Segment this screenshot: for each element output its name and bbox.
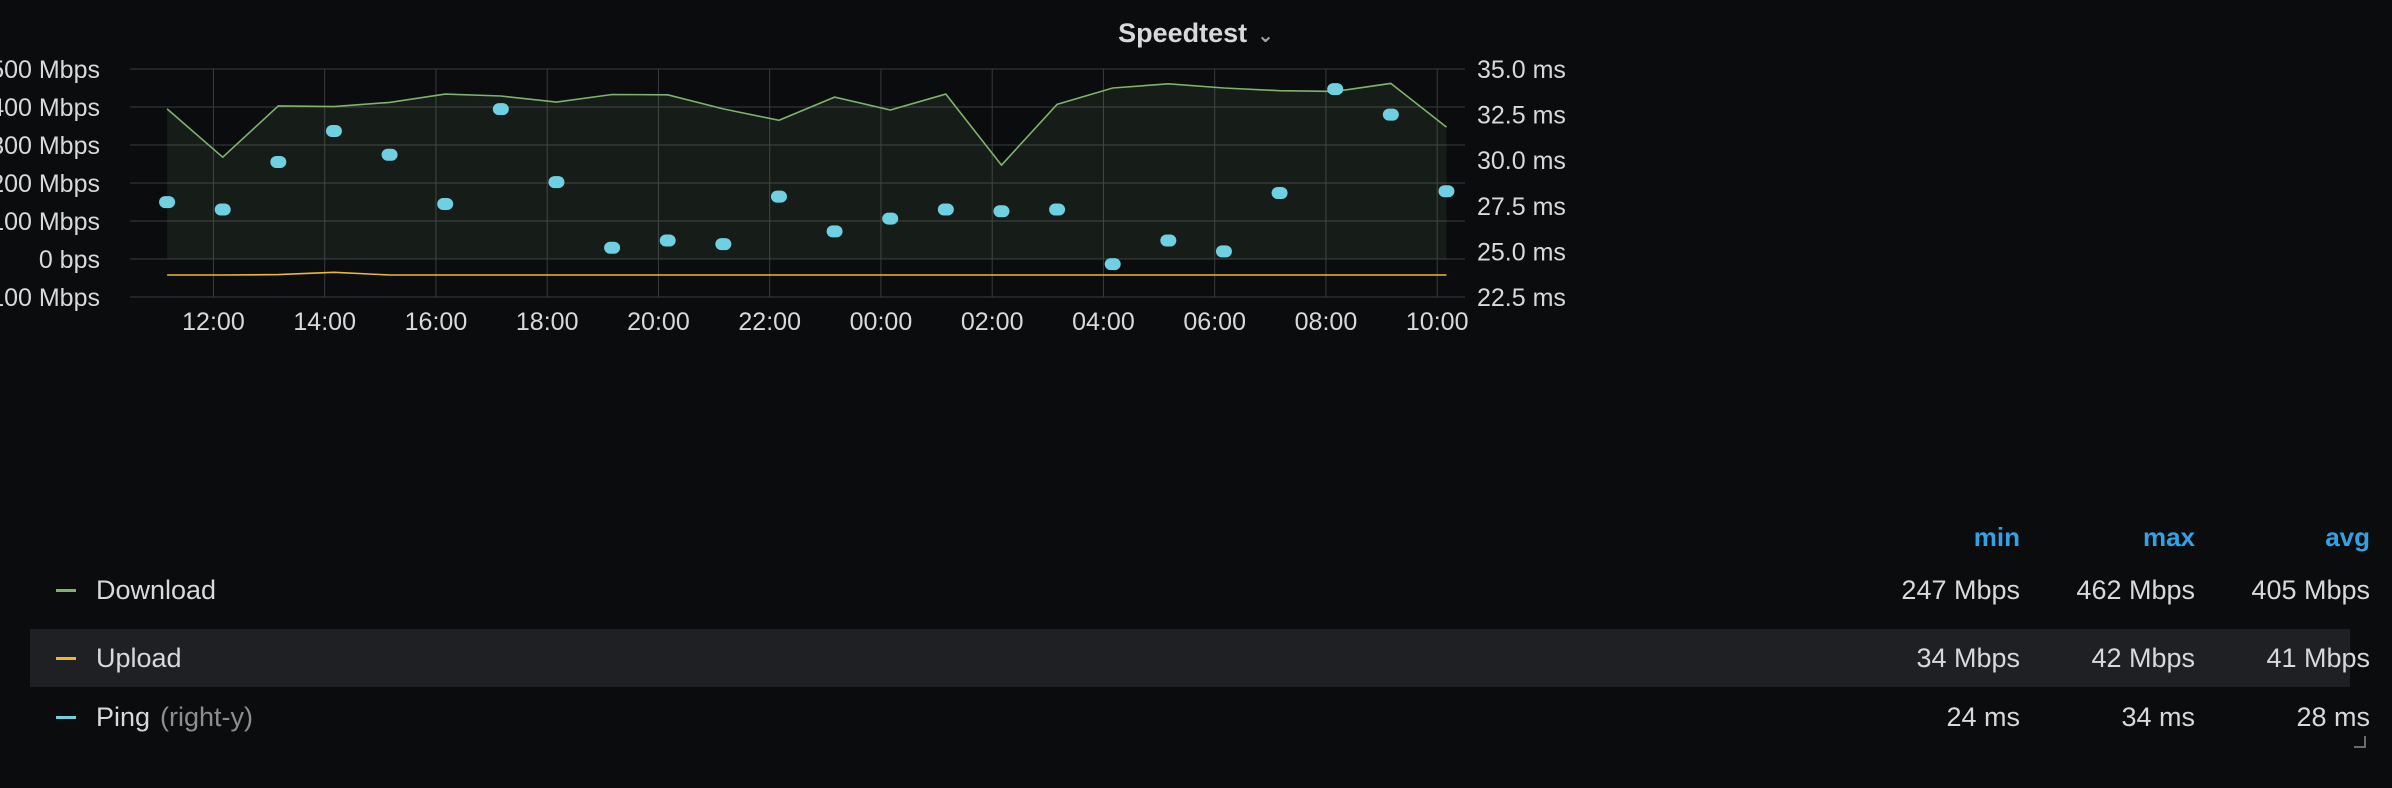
y-left-tick-label: 300 Mbps — [0, 132, 100, 160]
legend-max: 42 Mbps — [2091, 642, 2195, 673]
legend-row-download[interactable]: Download 247 Mbps 462 Mbps 405 Mbps — [30, 561, 2370, 619]
legend-max: 34 ms — [2121, 701, 2195, 732]
legend-row-upload[interactable]: Upload 34 Mbps 42 Mbps 41 Mbps — [30, 629, 2370, 687]
speedtest-chart: 500 Mbps 400 Mbps 300 Mbps 200 Mbps 100 Mbps… — [0, 56, 1566, 336]
resize-handle-icon[interactable] — [2354, 736, 2366, 748]
legend-min: 247 Mbps — [1901, 574, 2020, 605]
ping-point — [715, 238, 732, 251]
ping-point — [325, 125, 342, 138]
y-right-tick-label: 35.0 ms — [1477, 56, 1566, 84]
x-tick-label: 22:00 — [738, 308, 801, 336]
y-right-tick-label: 25.0 ms — [1477, 238, 1566, 266]
ping-point — [1104, 258, 1121, 271]
ping-point — [770, 190, 787, 203]
y-right-tick-label: 27.5 ms — [1477, 193, 1566, 221]
x-tick-label: 10:00 — [1406, 308, 1469, 336]
legend-suffix: (right-y) — [160, 701, 254, 732]
legend-max: 462 Mbps — [2076, 574, 2195, 605]
ping-point — [937, 203, 954, 216]
ping-point — [1382, 108, 1399, 121]
upload-line — [167, 271, 1447, 276]
right-y-axis: 35.0 ms 32.5 ms 30.0 ms 27.5 ms 25.0 ms 22.5 … — [1477, 56, 1566, 312]
ping-point — [1271, 187, 1288, 200]
y-left-tick-label: -100 Mbps — [0, 284, 100, 312]
ping-point — [159, 196, 176, 209]
ping-point — [492, 103, 509, 116]
x-tick-label: 16:00 — [405, 308, 468, 336]
y-left-tick-label: 200 Mbps — [0, 170, 100, 198]
legend-avg: 405 Mbps — [2251, 574, 2370, 605]
legend-header-min[interactable]: min — [1940, 522, 2020, 553]
x-axis: 12:00 14:00 16:00 18:00 20:00 22:00 00:00 02:00… — [182, 308, 1468, 336]
ping-point — [548, 176, 565, 189]
y-right-tick-label: 32.5 ms — [1477, 102, 1566, 130]
download-area — [167, 83, 1447, 260]
legend-header-avg[interactable]: avg — [2290, 522, 2370, 553]
y-right-tick-label: 30.0 ms — [1477, 147, 1566, 175]
legend-min: 24 ms — [1946, 701, 2020, 732]
legend-header-max[interactable]: max — [2115, 522, 2195, 553]
x-tick-label: 20:00 — [627, 308, 690, 336]
ping-point — [826, 225, 843, 238]
download-swatch[interactable] — [56, 588, 76, 592]
x-tick-label: 04:00 — [1072, 308, 1135, 336]
y-right-tick-label: 22.5 ms — [1477, 284, 1566, 312]
ping-point — [993, 205, 1010, 218]
x-tick-label: 00:00 — [850, 308, 913, 336]
x-tick-label: 06:00 — [1183, 308, 1246, 336]
left-y-axis: 500 Mbps 400 Mbps 300 Mbps 200 Mbps 100 Mbps… — [0, 56, 100, 312]
y-left-tick-label: 100 Mbps — [0, 208, 100, 236]
ping-swatch[interactable] — [56, 715, 76, 719]
ping-point — [1215, 245, 1232, 258]
legend-name[interactable]: Ping — [96, 702, 150, 733]
x-tick-label: 14:00 — [293, 308, 356, 336]
ping-point — [437, 197, 454, 210]
legend-avg: 41 Mbps — [2266, 642, 2370, 673]
ping-point — [214, 203, 231, 216]
ping-point — [659, 234, 676, 247]
ping-point — [604, 241, 621, 254]
x-tick-label: 12:00 — [182, 308, 245, 336]
y-left-tick-label: 400 Mbps — [0, 94, 100, 122]
legend-name[interactable]: Upload — [96, 643, 182, 674]
x-tick-label: 08:00 — [1295, 308, 1358, 336]
ping-point — [882, 212, 899, 225]
y-left-tick-label: 500 Mbps — [0, 56, 100, 84]
legend-avg: 28 ms — [2296, 701, 2370, 732]
upload-swatch[interactable] — [56, 656, 76, 660]
ping-point — [1160, 234, 1177, 247]
legend-min: 34 Mbps — [1916, 642, 2020, 673]
x-tick-label: 02:00 — [961, 308, 1024, 336]
y-left-tick-label: 0 bps — [39, 246, 100, 274]
ping-point — [381, 148, 398, 161]
ping-point — [1327, 83, 1344, 96]
legend-row-ping[interactable]: Ping (right-y) 24 ms 34 ms 28 ms — [30, 688, 2370, 746]
legend-name[interactable]: Download — [96, 575, 216, 606]
ping-point — [270, 156, 287, 169]
ping-point — [1049, 203, 1066, 216]
series-layer — [159, 82, 1455, 276]
x-tick-label: 18:00 — [516, 308, 579, 336]
ping-point — [1438, 185, 1455, 198]
